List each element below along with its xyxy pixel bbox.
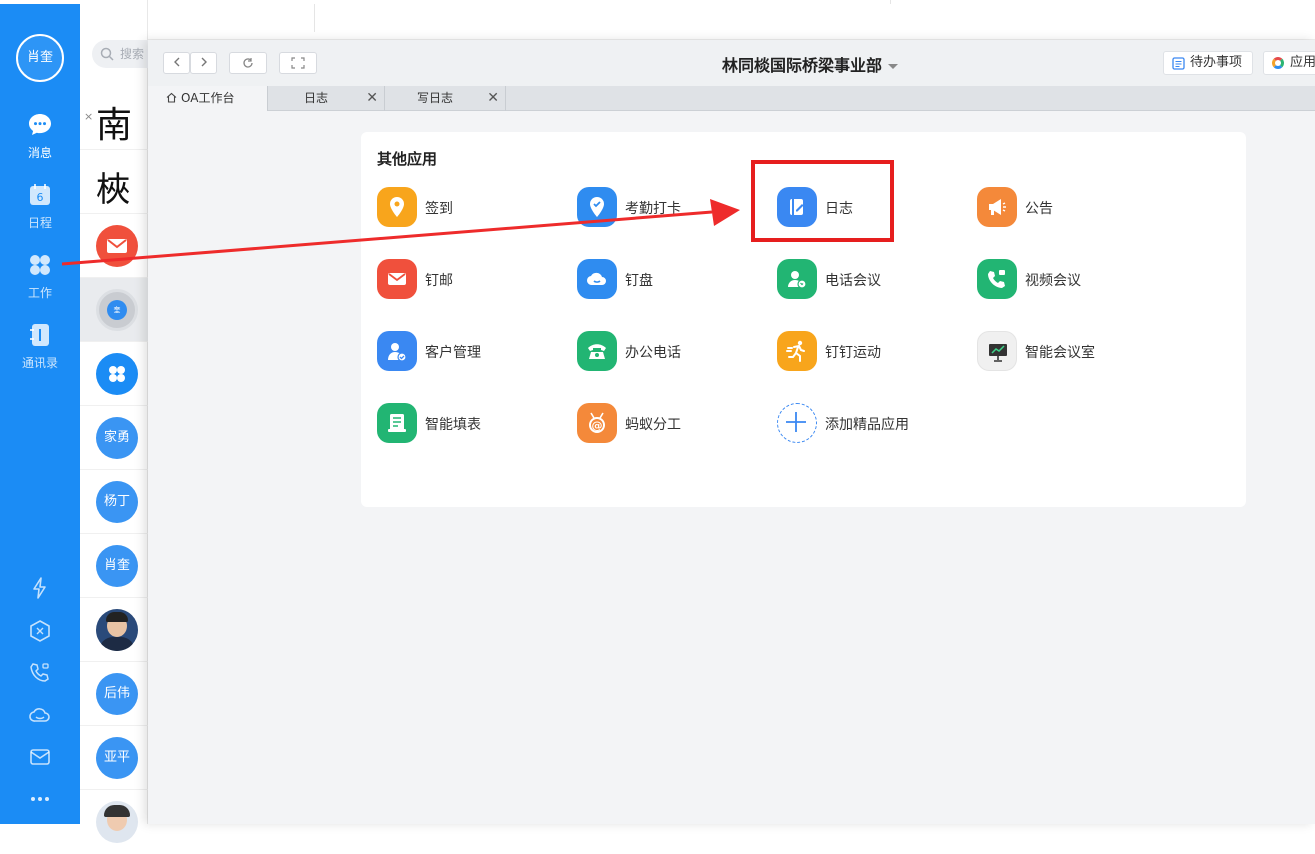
- annotation-arrow: [61, 199, 740, 266]
